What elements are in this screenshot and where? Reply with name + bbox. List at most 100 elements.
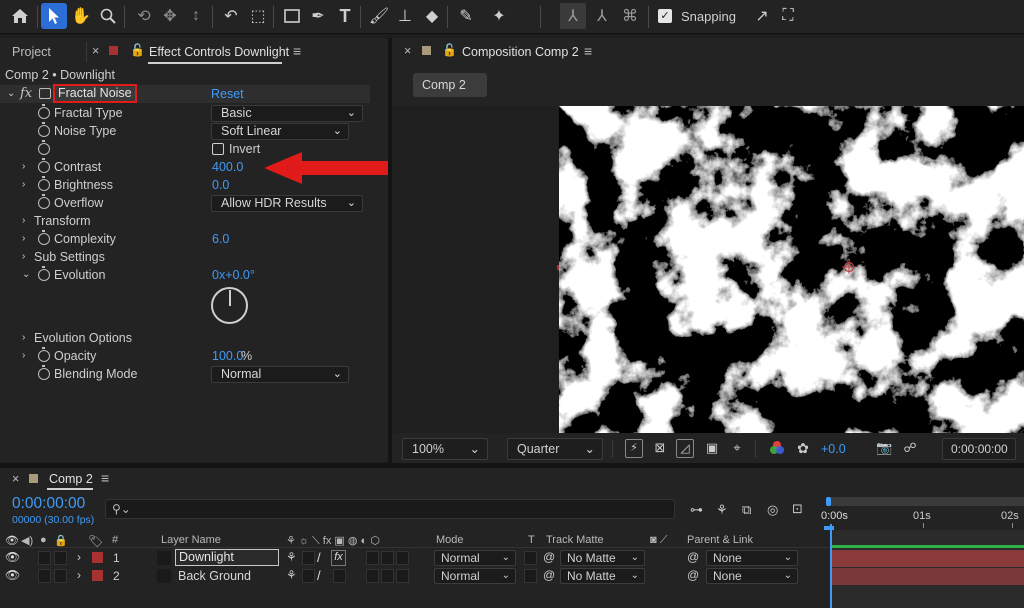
fx-toggle[interactable]: fx: [20, 86, 32, 101]
anchor-point-icon[interactable]: [842, 260, 856, 274]
layer-search-input[interactable]: ⚲⌄: [105, 499, 675, 519]
fractal-type-dropdown[interactable]: Basic ⌄: [211, 105, 363, 122]
twirl-closed-icon[interactable]: ›: [22, 332, 31, 344]
rectangle-icon[interactable]: [279, 3, 305, 29]
twirl-closed-icon[interactable]: ›: [22, 233, 31, 245]
comp-sub-tab[interactable]: Comp 2: [413, 73, 487, 97]
rotate-icon[interactable]: ↶: [218, 3, 244, 29]
contrast-value[interactable]: 400.0: [212, 160, 243, 174]
exposure-reset-icon[interactable]: ✿: [795, 440, 811, 456]
fast-preview-icon[interactable]: ⚡: [625, 439, 643, 458]
parent-pickwhip-icon[interactable]: @: [687, 550, 699, 564]
brightness-value[interactable]: 0.0: [212, 178, 229, 192]
stopwatch-icon[interactable]: [38, 365, 50, 380]
layer-name-field[interactable]: Downlight: [175, 549, 279, 566]
evolution-value[interactable]: 0x+0.0°: [212, 268, 255, 282]
stopwatch-icon[interactable]: [38, 230, 50, 245]
noise-type-dropdown[interactable]: Soft Linear ⌄: [211, 123, 349, 140]
tab-project[interactable]: Project: [12, 45, 51, 59]
close-tab-icon[interactable]: ×: [12, 472, 19, 486]
stopwatch-icon[interactable]: [38, 104, 50, 119]
stopwatch-icon[interactable]: [38, 194, 50, 209]
axis-view-icon[interactable]: ⌘: [617, 3, 643, 29]
composition-viewer[interactable]: [559, 106, 1024, 433]
comp-flowchart-icon[interactable]: ⊶: [690, 502, 703, 518]
opacity-value[interactable]: 100.0: [212, 349, 243, 363]
parent-dropdown[interactable]: None ⌄: [706, 568, 798, 584]
panel-menu-icon[interactable]: ≡: [584, 43, 592, 59]
layer-name-field[interactable]: Back Ground: [178, 569, 251, 583]
brush-icon[interactable]: 🖌: [366, 3, 392, 29]
twirl-closed-icon[interactable]: ›: [77, 550, 81, 564]
zoom-tool-icon[interactable]: [95, 3, 121, 29]
twirl-closed-icon[interactable]: ›: [22, 161, 31, 173]
effect-header-row[interactable]: ⌄ fx Fractal Noise Reset: [0, 84, 370, 103]
zoom-dropdown[interactable]: 100% ⌄: [402, 438, 488, 460]
panel-menu-icon[interactable]: ≡: [293, 43, 301, 59]
twirl-closed-icon[interactable]: ›: [22, 251, 31, 263]
orbit-icon[interactable]: ⟲: [131, 3, 157, 29]
quality-icon[interactable]: /: [317, 568, 321, 583]
pen-icon[interactable]: ✒: [305, 3, 331, 29]
lock-icon[interactable]: 🔓: [130, 43, 145, 57]
transparency-grid-icon[interactable]: ⊠: [651, 440, 669, 458]
draft-3d-icon[interactable]: ⚘: [716, 502, 728, 518]
eraser-icon[interactable]: ◆: [419, 3, 445, 29]
effect-name[interactable]: Fractal Noise: [53, 84, 137, 103]
layer-label-color[interactable]: [92, 570, 103, 581]
evolution-dial[interactable]: [211, 287, 248, 324]
parent-pickwhip-icon[interactable]: @: [687, 568, 699, 582]
track-matte-dropdown[interactable]: No Matte ⌄: [560, 550, 645, 566]
stopwatch-icon[interactable]: [38, 266, 50, 281]
pickwhip-icon[interactable]: @: [543, 550, 555, 564]
roto-icon[interactable]: ✎: [453, 3, 479, 29]
frame-blending-icon[interactable]: ⧉: [742, 502, 751, 518]
puppet-icon[interactable]: ✦: [486, 3, 512, 29]
dolly-icon[interactable]: ↕: [183, 3, 209, 29]
motion-blur-icon[interactable]: ◎: [767, 502, 778, 518]
stopwatch-icon[interactable]: [38, 140, 50, 155]
eye-icon[interactable]: 👁: [5, 550, 20, 564]
twirl-closed-icon[interactable]: ›: [22, 350, 31, 362]
panel-menu-icon[interactable]: ≡: [101, 470, 109, 486]
pickwhip-icon[interactable]: @: [543, 568, 555, 582]
layer-mode-dropdown[interactable]: Normal ⌄: [434, 550, 516, 566]
quality-icon[interactable]: /: [317, 550, 321, 565]
home-icon[interactable]: [7, 3, 33, 29]
layer-row-1[interactable]: 👁 › 1 Downlight ⚘ / fx Normal ⌄ @ No Matt…: [0, 549, 1024, 567]
shy-icon[interactable]: ⚘: [286, 550, 297, 564]
work-area-start-handle[interactable]: [826, 497, 831, 506]
clone-stamp-icon[interactable]: ⊥: [392, 3, 418, 29]
exposure-value[interactable]: +0.0: [821, 442, 846, 456]
blending-mode-dropdown[interactable]: Normal ⌄: [211, 366, 349, 383]
stopwatch-icon[interactable]: [38, 122, 50, 137]
work-area-bar[interactable]: [828, 497, 1024, 506]
stopwatch-icon[interactable]: [38, 158, 50, 173]
invert-checkbox[interactable]: [212, 143, 224, 155]
twirl-open-icon[interactable]: ⌄: [7, 88, 16, 100]
tab-timeline-comp[interactable]: Comp 2: [49, 472, 93, 486]
region-of-interest-icon[interactable]: ▣: [703, 440, 721, 458]
layer-label-color[interactable]: [92, 552, 103, 563]
twirl-closed-icon[interactable]: ›: [22, 179, 31, 191]
close-tab-icon[interactable]: ×: [92, 44, 99, 58]
hand-tool-icon[interactable]: ✋: [68, 3, 94, 29]
layer-mode-dropdown[interactable]: Normal ⌄: [434, 568, 516, 584]
type-icon[interactable]: T: [332, 3, 358, 29]
snap-edges-icon[interactable]: ↗: [749, 3, 775, 29]
tab-effect-controls[interactable]: Effect Controls Downlight: [149, 45, 289, 59]
track-matte-dropdown[interactable]: No Matte ⌄: [560, 568, 645, 584]
selection-tool-icon[interactable]: [41, 3, 67, 29]
resolution-dropdown[interactable]: Quarter ⌄: [507, 438, 603, 460]
parent-dropdown[interactable]: None ⌄: [706, 550, 798, 566]
twirl-closed-icon[interactable]: ›: [77, 568, 81, 582]
stopwatch-icon[interactable]: [38, 347, 50, 362]
anchor-icon[interactable]: ⬚: [245, 3, 271, 29]
stopwatch-icon[interactable]: [38, 176, 50, 191]
complexity-value[interactable]: 6.0: [212, 232, 229, 246]
reset-link[interactable]: Reset: [211, 87, 244, 101]
comp-timecode[interactable]: 0:00:00:00: [942, 438, 1016, 460]
pan-icon[interactable]: ✥: [157, 3, 183, 29]
layer-row-2[interactable]: 👁 › 2 Back Ground ⚘ / Normal ⌄ @ No Matte…: [0, 567, 1024, 585]
snapping-checkbox[interactable]: ✓: [658, 9, 672, 23]
